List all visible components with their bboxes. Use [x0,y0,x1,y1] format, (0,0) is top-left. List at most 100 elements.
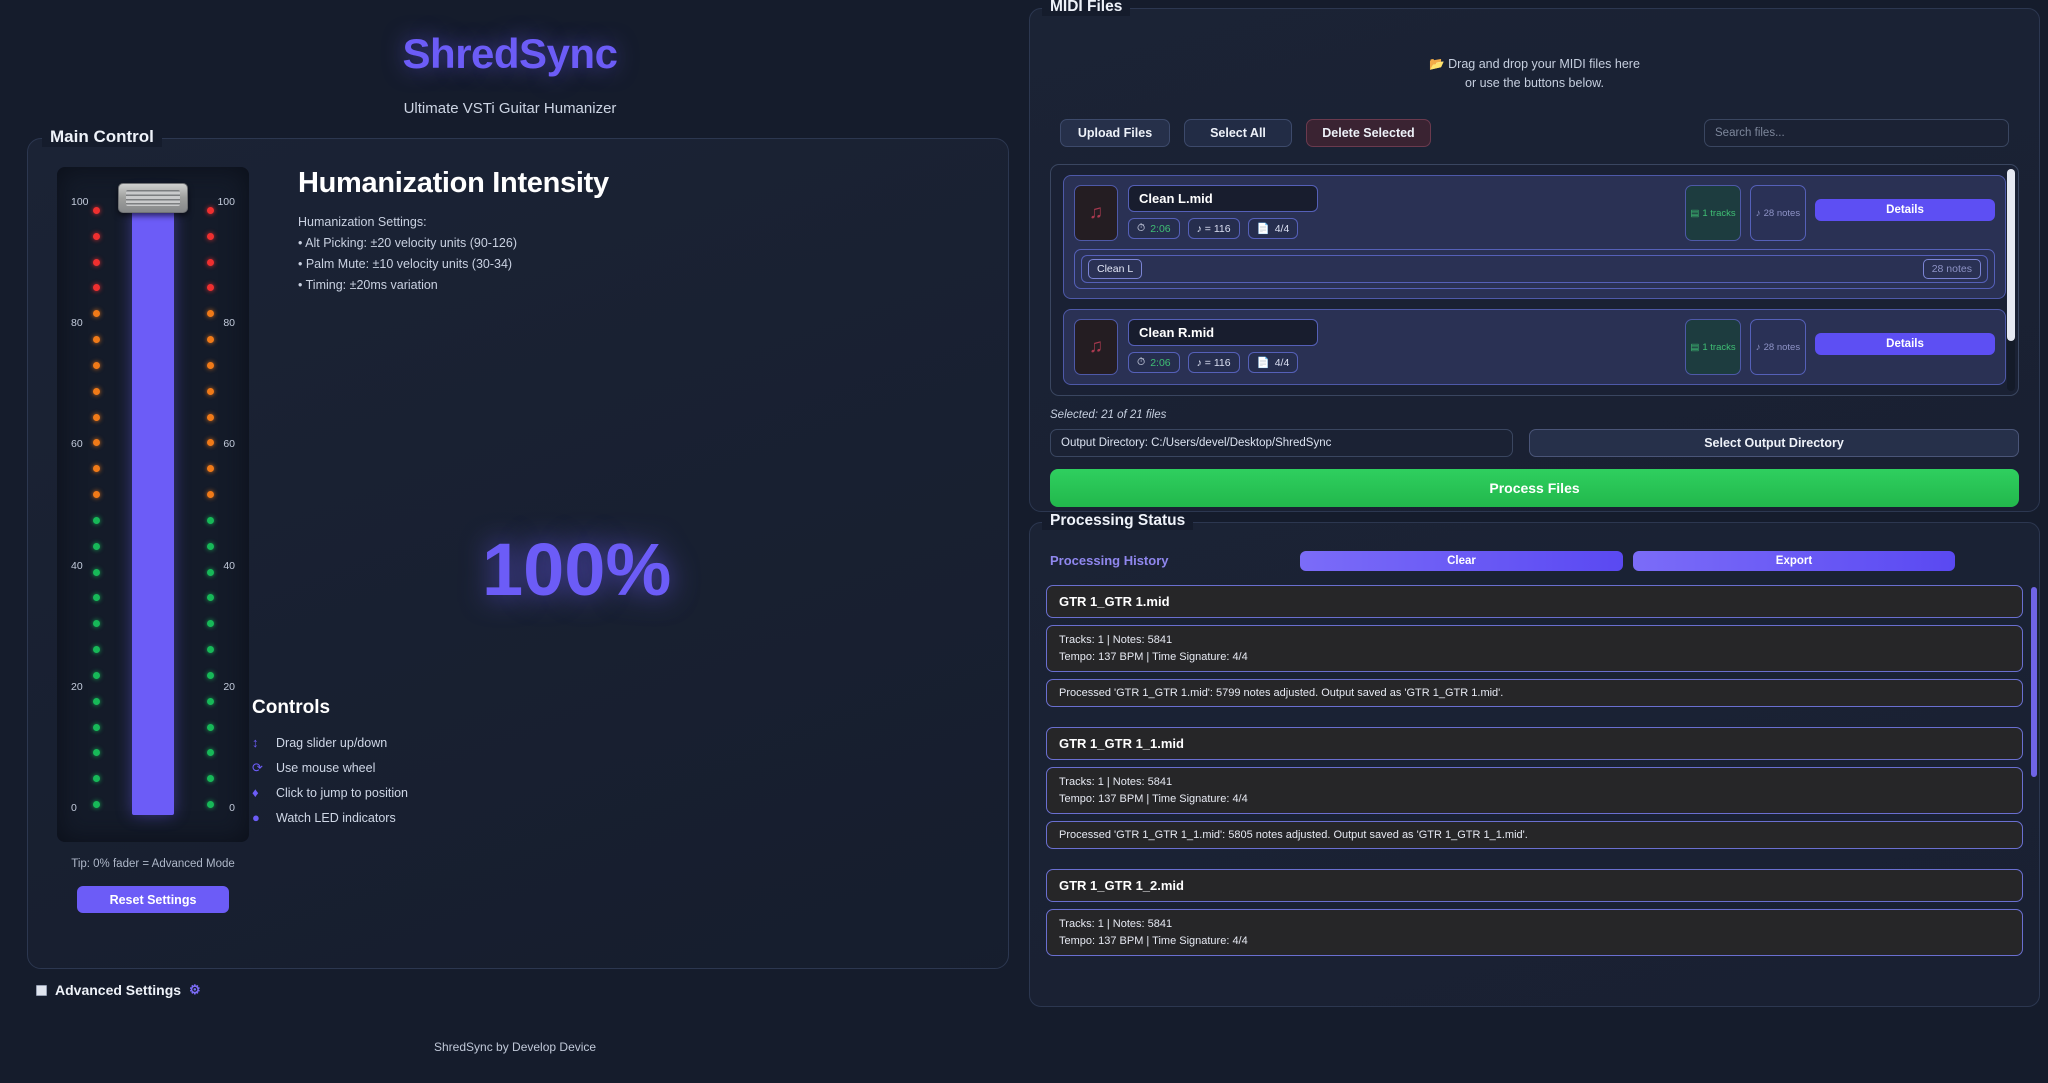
time-signature-chip: 📄 4/4 [1247,352,1299,373]
led-indicator [92,568,100,576]
log-file-name[interactable]: GTR 1_GTR 1_1.mid [1046,727,2023,760]
clock-icon: ⏱ [1137,222,1146,234]
led-indicator [206,387,214,395]
settings-item: • Palm Mute: ±10 velocity units (30-34) [298,257,513,272]
led-indicator [206,310,214,318]
select-all-button[interactable]: Select All [1184,119,1292,147]
log-file-name[interactable]: GTR 1_GTR 1_2.mid [1046,869,2023,902]
led-indicator [92,620,100,628]
led-indicator [92,439,100,447]
fader-column: 100 80 60 40 20 0 100 80 60 40 20 0 Tip: 0% fader =… [54,167,252,940]
controls-heading: Controls [252,697,331,718]
led-indicator [92,413,100,421]
led-indicator [92,336,100,344]
fader-handle-grooves [126,190,180,206]
delete-selected-button[interactable]: Delete Selected [1306,119,1431,147]
led-indicator [206,801,214,808]
fader-track[interactable] [132,195,174,815]
log-result-message: Processed 'GTR 1_GTR 1.mid': 5799 notes … [1046,679,2023,707]
midi-file-card[interactable]: ♫ Clean L.mid ⏱ 2:06 ♪ = 116 📄 4/4 ▤ 1 tracks ♪ 28… [1063,175,2006,299]
details-button[interactable]: Details [1815,333,1995,355]
file-list-scroll-thumb[interactable] [2007,169,2015,341]
led-indicator [206,516,214,524]
fader-handle[interactable] [118,183,188,213]
log-file-name[interactable]: GTR 1_GTR 1.mid [1046,585,2023,618]
settings-item: • Timing: ±20ms variation [298,278,438,293]
fader-scale-label: 60 [223,438,235,451]
midi-file-list[interactable]: ♫ Clean L.mid ⏱ 2:06 ♪ = 116 📄 4/4 ▤ 1 tracks ♪ 28… [1050,164,2019,396]
subtrack-row[interactable]: Clean L 28 notes [1081,255,1988,283]
midi-file-name[interactable]: Clean L.mid [1128,185,1318,212]
subtrack-name: Clean L [1088,259,1143,279]
drag-drop-hint: 📂 Drag and drop your MIDI files here or … [1030,9,2039,94]
led-indicator [92,465,100,473]
details-button[interactable]: Details [1815,199,1995,221]
export-history-button[interactable]: Export [1633,550,1955,571]
midi-file-card[interactable]: ♫ Clean R.mid ⏱ 2:06 ♪ = 116 📄 4/4 ▤ 1 tracks ♪ 28… [1063,309,2006,385]
diamond-icon: ♦ [252,785,259,800]
led-indicator [206,775,214,783]
clear-history-button[interactable]: Clear [1300,550,1623,571]
led-indicator [92,516,100,524]
duration-value: 2:06 [1150,222,1171,235]
app-subtitle: Ultimate VSTi Guitar Humanizer [403,100,617,117]
file-list-scrollbar[interactable] [2007,169,2015,391]
led-indicator [206,207,214,214]
led-indicator [92,258,100,266]
control-hint-label: Use mouse wheel [276,760,376,775]
reset-settings-button[interactable]: Reset Settings [77,886,229,913]
midi-file-name[interactable]: Clean R.mid [1128,319,1318,346]
led-indicator [92,387,100,395]
select-output-directory-button[interactable]: Select Output Directory [1529,429,2019,457]
controls-list: ↕ Drag slider up/down ⟳ Use mouse wheel ♦ Cli… [252,730,408,830]
grid-icon: ▤ [1690,207,1700,219]
led-rail-right [195,167,225,842]
control-hint-row: ● Watch LED indicators [252,805,408,830]
led-indicator [92,310,100,318]
upload-files-button[interactable]: Upload Files [1060,119,1170,147]
log-meta-line: Tempo: 137 BPM | Time Signature: 4/4 [1059,934,1248,947]
fader-scale-label: 40 [223,559,235,572]
log-meta-line: Tracks: 1 | Notes: 5841 [1059,634,1173,646]
control-hint-label: Watch LED indicators [276,810,396,825]
advanced-settings-checkbox[interactable] [36,984,47,996]
tempo-chip: ♪ = 116 [1187,352,1240,373]
processing-log-list[interactable]: GTR 1_GTR 1.mid Tracks: 1 | Notes: 5841 Te… [1038,585,2031,1000]
advanced-settings-label: Advanced Settings [55,982,182,998]
led-indicator [206,723,214,731]
log-scrollbar[interactable] [2031,587,2037,996]
music-note-icon: ♫ [1074,185,1118,241]
tempo-value: ♪ = 116 [1196,222,1231,235]
led-rail-left [81,167,111,842]
led-indicator [206,646,214,654]
led-indicator [92,207,100,214]
duration-chip: ⏱ 2:06 [1128,352,1180,373]
led-indicator [92,671,100,679]
duration-value: 2:06 [1150,356,1171,369]
log-scroll-thumb[interactable] [2031,587,2037,777]
music-note-icon: ♫ [1074,319,1118,375]
time-signature-chip: 📄 4/4 [1247,218,1299,239]
humanization-fader[interactable]: 100 80 60 40 20 0 100 80 60 40 20 0 [57,167,249,842]
control-hint-label: Drag slider up/down [276,735,388,750]
process-files-button[interactable]: Process Files [1050,469,2019,507]
time-signature-value: 4/4 [1274,222,1290,235]
led-indicator [92,801,100,808]
gear-icon[interactable]: ⚙ [189,982,201,998]
led-indicator [92,697,100,705]
settings-item: • Alt Picking: ±20 velocity units (90-12… [298,236,517,251]
advanced-settings-toggle[interactable]: Advanced Settings ⚙ [36,982,201,998]
search-input[interactable] [1704,119,2009,147]
duration-chip: ⏱ 2:06 [1128,218,1180,239]
led-indicator [92,749,100,757]
fader-scale-label: 0 [71,802,77,814]
led-indicator [92,775,100,783]
fader-scale-label: 40 [71,559,83,572]
control-hint-row: ⟳ Use mouse wheel [252,755,408,780]
app-title: ShredSync [402,30,618,77]
led-indicator [206,594,214,602]
humanization-heading: Humanization Intensity [298,167,609,199]
led-indicator [206,568,214,576]
grid-icon: ▤ [1690,341,1700,353]
processing-history-label[interactable]: Processing History [1050,553,1169,568]
